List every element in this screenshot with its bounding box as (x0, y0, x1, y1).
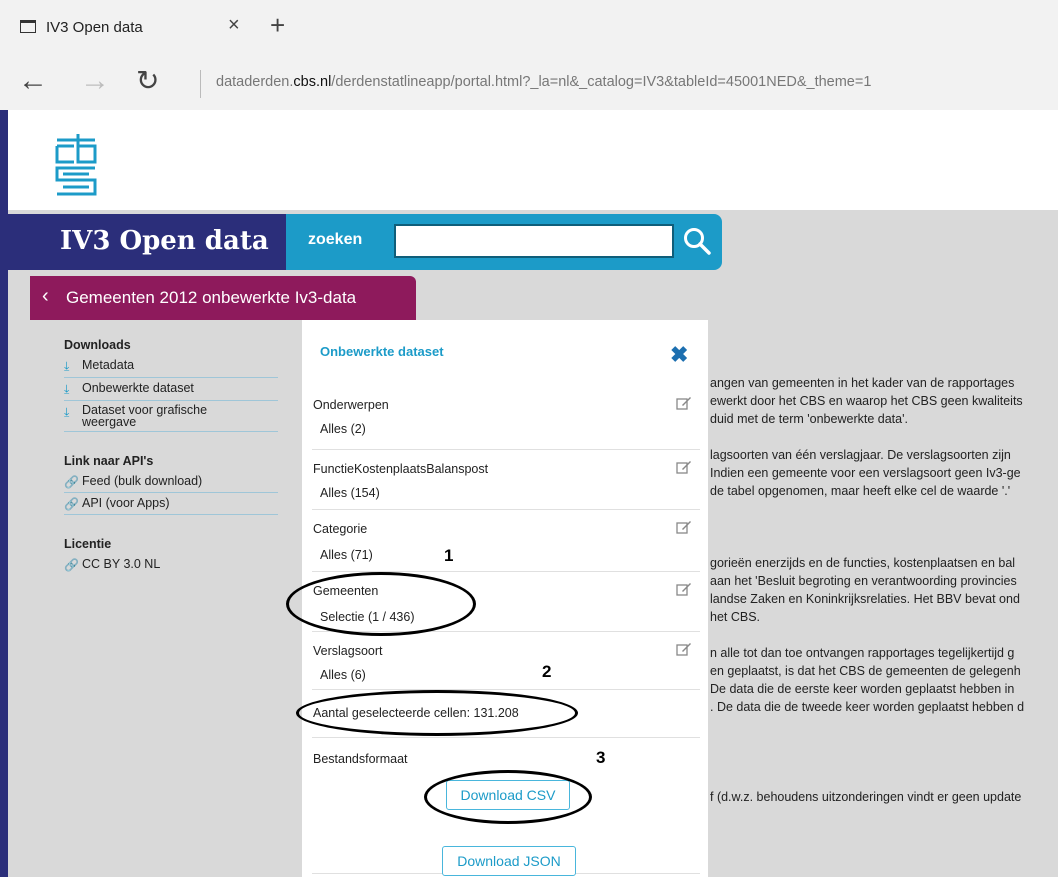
link-icon: 🔗 (64, 497, 79, 511)
filter-label: Verslagsoort (313, 644, 383, 658)
search-icon[interactable] (682, 226, 712, 256)
refresh-icon[interactable]: ↻ (136, 64, 159, 97)
annotation-number: 1 (444, 546, 454, 565)
body-text-line: De data die de eerste keer worden geplaa… (710, 682, 1015, 696)
url-prefix: dataderden. (216, 74, 294, 90)
body-text-line: aan het 'Besluit begroting en verantwoor… (710, 574, 1017, 588)
body-text-line: . De data die de tweede keer worden gepl… (710, 700, 1025, 714)
body-text-line: landse Zaken en Koninkrijksrelaties. Het… (710, 592, 1020, 606)
edit-icon[interactable] (676, 642, 692, 656)
body-text-line: lagsoorten van één verslagjaar. De versl… (710, 448, 1011, 462)
sidebar-link-label: Metadata (82, 358, 135, 372)
annotation-ellipse-cells (296, 690, 578, 736)
address-separator (200, 70, 201, 98)
body-text-line: gorieën enerzijds en de functies, kosten… (710, 556, 1016, 570)
close-tab-icon[interactable]: × (228, 14, 240, 37)
browser-address-bar: ← → ↻ dataderden.cbs.nl/derdenstatlineap… (0, 52, 1058, 110)
edit-icon[interactable] (676, 396, 692, 410)
download-icon: ⤓ (64, 382, 70, 396)
filter-onderwerpen[interactable]: Onderwerpen Alles (2) (312, 388, 700, 450)
page-content: IV3 Open data zoeken ‹ Gemeenten 2012 on… (0, 110, 1058, 877)
downloads-heading: Downloads (64, 338, 131, 352)
filter-value: Alles (6) (320, 668, 366, 682)
format-label: Bestandsformaat (313, 752, 408, 766)
body-text-line: duid met de term 'onbewerkte data'. (710, 412, 908, 426)
sidebar-link-metadata[interactable]: ⤓ Metadata (64, 355, 278, 378)
filter-categorie[interactable]: Categorie Alles (71) (312, 510, 700, 572)
edit-icon[interactable] (676, 582, 692, 596)
body-text-line: angen van gemeenten in het kader van de … (710, 376, 1015, 390)
sidebar-link-label: CC BY 3.0 NL (82, 557, 161, 571)
annotation-number: 2 (542, 662, 552, 681)
new-tab-icon[interactable]: + (270, 10, 285, 41)
close-icon[interactable]: ✖ (670, 342, 688, 368)
sidebar-link-label: Onbewerkte dataset (82, 381, 194, 395)
search-bar: zoeken (286, 214, 722, 270)
downloads-group: Downloads ⤓ Metadata ⤓ Onbewerkte datase… (64, 338, 278, 432)
filter-label: Categorie (313, 522, 368, 536)
breadcrumb[interactable]: ‹ Gemeenten 2012 onbewerkte Iv3-data (30, 276, 416, 320)
filter-value: Alles (2) (320, 422, 366, 436)
search-input[interactable] (394, 224, 674, 258)
url-field[interactable]: dataderden.cbs.nl/derdenstatlineapp/port… (216, 74, 871, 90)
sidebar-link-feed[interactable]: 🔗 Feed (bulk download) (64, 471, 278, 493)
sidebar-link-label: Dataset voor grafische weergave (82, 403, 208, 429)
url-domain: cbs.nl (293, 74, 332, 90)
api-heading: Link naar API's (64, 454, 154, 468)
filter-label: FunctieKostenplaatsBalanspost (313, 462, 489, 476)
annotation-ellipse-csv (424, 770, 592, 824)
license-heading: Licentie (64, 537, 112, 551)
url-path: /derdenstatlineapp/portal.html?_la=nl&_c… (331, 74, 872, 90)
tab-title: IV3 Open data (46, 19, 143, 36)
sidebar-link-label: API (voor Apps) (82, 496, 170, 510)
license-group: Licentie 🔗 CC BY 3.0 NL (64, 537, 278, 575)
filter-value: Alles (71) (320, 548, 373, 562)
api-group: Link naar API's 🔗 Feed (bulk download) 🔗… (64, 454, 278, 515)
edit-icon[interactable] (676, 460, 692, 474)
back-arrow-icon[interactable]: ← (18, 64, 48, 98)
window-icon (20, 20, 36, 33)
link-icon: 🔗 (64, 558, 79, 572)
browser-tab-bar: IV3 Open data × + (0, 0, 1058, 52)
body-text-line: f (d.w.z. behoudens uitzonderingen vindt… (710, 790, 1022, 804)
browser-tab[interactable]: IV3 Open data × (0, 0, 262, 52)
filter-value: Alles (154) (320, 486, 380, 500)
body-text-line: de tabel opgenomen, maar heeft elke cel … (710, 484, 1011, 498)
brand-bar: IV3 Open data (8, 214, 286, 270)
download-icon: ⤓ (64, 405, 70, 419)
sidebar-link-graphic-dataset[interactable]: ⤓ Dataset voor grafische weergave (64, 401, 278, 432)
edit-icon[interactable] (676, 520, 692, 534)
filter-functie[interactable]: FunctieKostenplaatsBalanspost Alles (154… (312, 450, 700, 510)
sidebar-link-license[interactable]: 🔗 CC BY 3.0 NL (64, 554, 278, 575)
annotation-number: 3 (596, 748, 606, 767)
body-text-line: Indien een gemeente voor een verslagsoor… (710, 466, 1021, 480)
sidebar: Downloads ⤓ Metadata ⤓ Onbewerkte datase… (64, 338, 278, 597)
body-text-line: ewerkt door het CBS en waarop het CBS ge… (710, 394, 1023, 408)
download-json-button[interactable]: Download JSON (442, 846, 576, 876)
search-label: zoeken (308, 231, 363, 248)
cbs-logo-icon[interactable] (54, 132, 98, 198)
sidebar-link-api[interactable]: 🔗 API (voor Apps) (64, 493, 278, 515)
sidebar-link-label: Feed (bulk download) (82, 474, 203, 488)
body-text-line: het CBS. (710, 610, 761, 624)
breadcrumb-label: Gemeenten 2012 onbewerkte Iv3-data (66, 288, 357, 307)
body-text-line: n alle tot dan toe ontvangen rapportages… (710, 646, 1015, 660)
filter-label: Onderwerpen (313, 398, 389, 412)
link-icon: 🔗 (64, 475, 79, 489)
panel-title: Onbewerkte dataset (320, 344, 444, 359)
chevron-left-icon: ‹ (42, 285, 49, 307)
annotation-ellipse-gemeenten (286, 572, 476, 636)
sidebar-link-raw-dataset[interactable]: ⤓ Onbewerkte dataset (64, 378, 278, 401)
download-icon: ⤓ (64, 359, 70, 373)
site-title[interactable]: IV3 Open data (60, 226, 269, 256)
forward-arrow-icon[interactable]: → (80, 64, 110, 98)
body-text-line: en geplaatst, is dat het CBS de gemeente… (710, 664, 1021, 678)
filter-verslagsoort[interactable]: Verslagsoort Alles (6) (312, 632, 700, 690)
left-stripe (0, 110, 8, 877)
